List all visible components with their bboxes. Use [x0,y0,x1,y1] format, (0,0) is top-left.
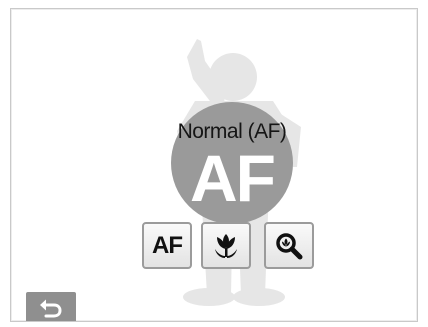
auto-macro-magnifier-icon [276,232,303,259]
af-text-icon: AF [152,231,183,259]
macro-flower-icon [215,233,237,258]
focus-option-auto-macro-button[interactable] [264,222,314,269]
camera-screen: Normal (AF) AF AF [10,8,418,322]
focus-option-macro-button[interactable] [201,222,251,269]
back-arrow-icon [40,299,62,318]
focus-option-af-button[interactable]: AF [142,222,192,269]
af-large-icon: AF [190,141,276,215]
back-button[interactable] [26,292,76,321]
